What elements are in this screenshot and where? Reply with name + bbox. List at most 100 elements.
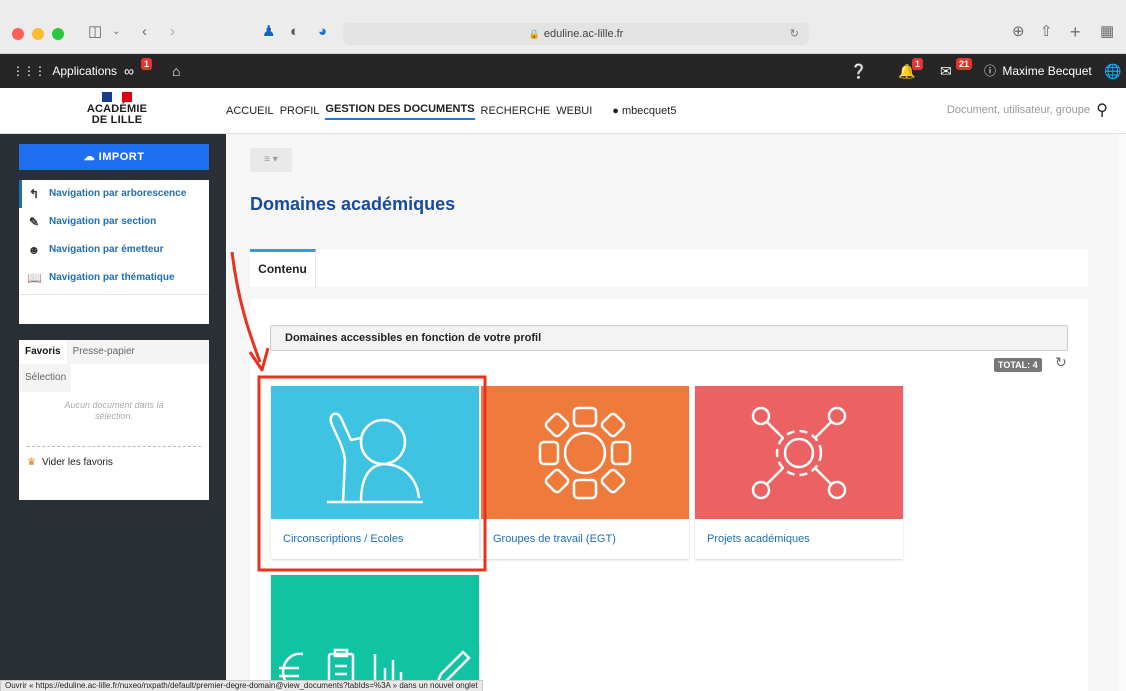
scrollbar[interactable] xyxy=(1118,134,1126,691)
book-icon: 📖 xyxy=(27,271,42,285)
share-icon[interactable]: ⇧ xyxy=(1040,22,1053,42)
forward-icon[interactable]: › xyxy=(170,22,175,42)
view-toggle-button[interactable]: ≡ ▾ xyxy=(250,148,292,172)
linked-hands-icon xyxy=(481,386,689,519)
main-nav: ACCUEIL PROFIL GESTION DES DOCUMENTS REC… xyxy=(226,88,676,134)
tile-finances[interactable] xyxy=(271,575,479,691)
nav-arborescence-label: Navigation par arborescence xyxy=(49,188,187,199)
nav-section-label: Navigation par section xyxy=(49,216,157,227)
cloud-upload-icon: ☁ xyxy=(83,151,96,163)
navigation-panel: ↰ Navigation par arborescence ✎ Navigati… xyxy=(19,180,209,324)
download-icon[interactable]: ⊕ xyxy=(1012,22,1025,42)
new-tab-icon[interactable]: + xyxy=(1070,22,1081,42)
nav-accueil[interactable]: ACCUEIL xyxy=(226,105,274,117)
list-icon: ≡ xyxy=(264,154,271,165)
current-user[interactable]: ● mbecquet5 xyxy=(612,105,676,117)
clear-favorites-label: Vider les favoris xyxy=(41,457,113,468)
address-bar[interactable]: 🔒 eduline.ac-lille.fr ↻ xyxy=(343,23,809,45)
network-gear-icon xyxy=(695,386,903,519)
search-input[interactable]: Document, utilisateur, groupe xyxy=(947,104,1090,116)
tile-projets-label: Projets académiques xyxy=(707,533,810,545)
domains-header: Domaines accessibles en fonction de votr… xyxy=(270,325,1068,351)
divider xyxy=(19,294,209,295)
nav-arborescence[interactable]: ↰ Navigation par arborescence xyxy=(19,180,209,208)
help-icon[interactable]: ❔ xyxy=(850,54,867,88)
favorites-tabs: Favoris Presse-papier xyxy=(19,340,209,364)
user-menu[interactable]: ⓘ Maxime Becquet xyxy=(984,54,1092,88)
nav-emetteur-label: Navigation par émetteur xyxy=(49,244,164,255)
content-tabs: Contenu xyxy=(250,249,1088,287)
site-header: ACADÉMIE DE LILLE ACCUEIL PROFIL GESTION… xyxy=(0,88,1126,134)
apps-badge: 1 xyxy=(141,58,153,70)
flag-icon xyxy=(102,92,132,102)
nav-thematique-label: Navigation par thématique xyxy=(49,272,175,283)
tile-circonscriptions[interactable]: Circonscriptions / Ecoles xyxy=(271,386,479,559)
tab-selection[interactable]: Sélection xyxy=(19,364,71,392)
nav-gestion-documents[interactable]: GESTION DES DOCUMENTS xyxy=(325,103,475,120)
reload-icon[interactable]: ↻ xyxy=(790,23,799,45)
tab-favoris[interactable]: Favoris xyxy=(19,340,67,364)
shield-icon[interactable]: ◐ xyxy=(290,22,299,42)
tab-presse-papier[interactable]: Presse-papier xyxy=(67,340,141,364)
search-icon[interactable]: ⚲ xyxy=(1096,100,1108,120)
nav-profil[interactable]: PROFIL xyxy=(280,105,320,117)
sidebar-icon[interactable]: ◫ xyxy=(88,22,102,42)
empty-message: Aucun document dans la sélection. xyxy=(64,400,164,421)
extension-dark-icon[interactable]: ◕ xyxy=(318,22,327,42)
raised-hand-icon xyxy=(271,386,479,519)
browser-toolbar: ◫ ⌄ ‹ › ♟ ◐ ◕ 🔒 eduline.ac-lille.fr ↻ ⊕ ⇧… xyxy=(0,0,1126,54)
grid-icon: ⋮⋮⋮ xyxy=(12,64,46,78)
clear-icon: ♛ xyxy=(27,457,36,468)
academie-logo[interactable]: ACADÉMIE DE LILLE xyxy=(62,92,172,126)
sender-icon: ☻ xyxy=(27,243,41,257)
tab-contenu[interactable]: Contenu xyxy=(250,249,316,287)
page-title: Domaines académiques xyxy=(250,194,456,214)
extension-icon[interactable]: ♟ xyxy=(262,22,275,42)
zoom-window-button[interactable] xyxy=(52,28,64,40)
user-icon: ⓘ xyxy=(984,64,997,78)
left-sidebar: ☁ IMPORT ↰ Navigation par arborescence ✎… xyxy=(0,134,226,691)
tile-circonscriptions-label: Circonscriptions / Ecoles xyxy=(283,533,404,545)
clear-favorites-button[interactable]: ♛ Vider les favoris xyxy=(19,447,209,478)
nav-webui[interactable]: WEBUI xyxy=(556,105,592,117)
close-window-button[interactable] xyxy=(12,28,24,40)
chevron-down-icon[interactable]: ⌄ xyxy=(112,22,120,42)
import-button[interactable]: ☁ IMPORT xyxy=(19,144,209,170)
tile-projets[interactable]: Projets académiques xyxy=(695,386,903,559)
nav-emetteur[interactable]: ☻ Navigation par émetteur xyxy=(19,236,209,264)
nav-recherche[interactable]: RECHERCHE xyxy=(481,105,551,117)
messages-badge: 21 xyxy=(956,58,973,70)
tree-icon: ↰ xyxy=(28,187,40,201)
url-text: eduline.ac-lille.fr xyxy=(543,28,624,40)
section-icon: ✎ xyxy=(28,215,40,229)
username: mbecquet5 xyxy=(622,105,677,117)
nav-thematique[interactable]: 📖 Navigation par thématique xyxy=(19,264,209,292)
applications-menu[interactable]: ⋮⋮⋮ Applications xyxy=(12,54,117,88)
lock-icon: 🔒 xyxy=(528,29,540,39)
chevron-down-icon: ▾ xyxy=(272,154,278,165)
tile-groupes-label: Groupes de travail (EGT) xyxy=(493,533,616,545)
tile-groupes-travail[interactable]: Groupes de travail (EGT) xyxy=(481,386,689,559)
import-label: IMPORT xyxy=(98,151,145,163)
notifications-badge: 1 xyxy=(912,58,924,70)
main-content: ≡ ▾ Domaines académiques Contenu Domaine… xyxy=(226,134,1126,691)
favorites-panel: Favoris Presse-papier Sélection Aucun do… xyxy=(19,340,209,500)
minimize-window-button[interactable] xyxy=(32,28,44,40)
apps-icon[interactable]: ∞ xyxy=(124,54,134,88)
status-bar: Ouvrir « https://eduline.ac-lille.fr/nux… xyxy=(0,679,1126,691)
globe-icon[interactable]: 🌐 xyxy=(1104,54,1121,88)
finance-tools-icon xyxy=(271,575,479,691)
user-name: Maxime Becquet xyxy=(1002,64,1092,78)
mail-icon[interactable]: ✉ xyxy=(940,54,952,88)
back-icon[interactable]: ‹ xyxy=(142,22,147,42)
total-badge: TOTAL: 4 xyxy=(994,358,1042,372)
person-icon: ● xyxy=(612,105,619,117)
status-text: Ouvrir « https://eduline.ac-lille.fr/nux… xyxy=(0,680,483,691)
tab-overview-icon[interactable]: ▦ xyxy=(1100,22,1114,42)
domains-panel: Domaines accessibles en fonction de votr… xyxy=(250,299,1088,691)
applications-label: Applications xyxy=(52,64,118,78)
app-bar: ⋮⋮⋮ Applications ∞ 1 ⌂ ❔ 🔔 1 ✉ 21 ⓘ Maxi… xyxy=(0,54,1126,88)
home-icon[interactable]: ⌂ xyxy=(172,54,180,88)
nav-section[interactable]: ✎ Navigation par section xyxy=(19,208,209,236)
refresh-icon[interactable]: ↻ xyxy=(1055,354,1067,371)
